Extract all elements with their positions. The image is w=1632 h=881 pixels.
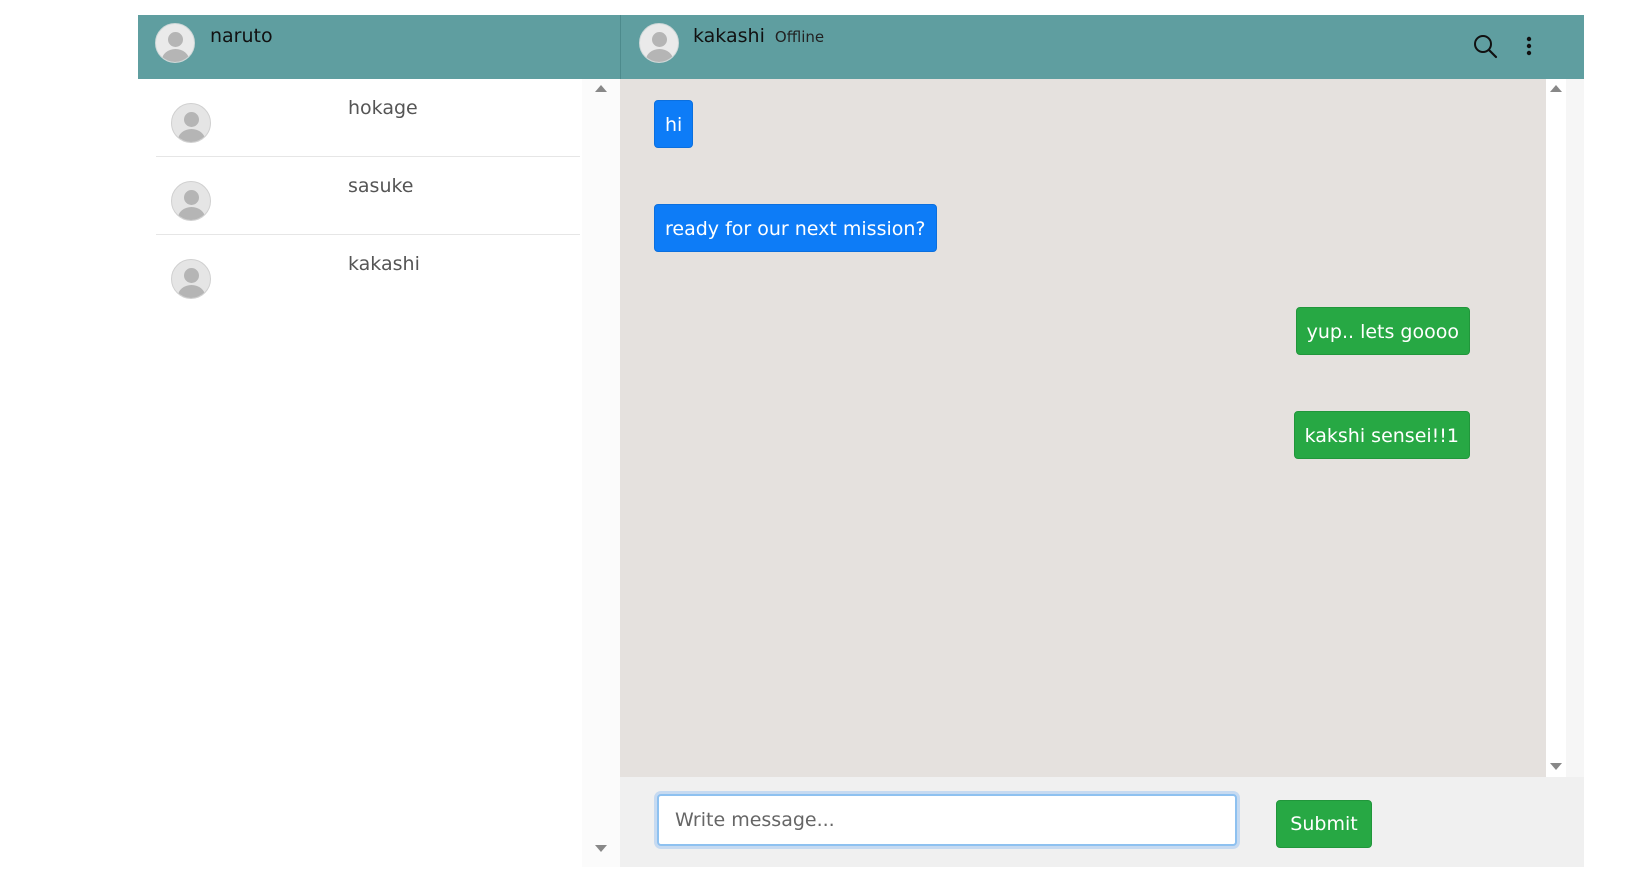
- contact-name: hokage: [348, 97, 418, 119]
- messages-scrollbar[interactable]: [1546, 79, 1584, 777]
- user-name: naruto: [210, 25, 273, 47]
- message-composer: Submit: [620, 777, 1584, 867]
- message-outgoing: kakshi sensei!!1: [1293, 411, 1470, 459]
- contact-list: hokage sasuke kakashi: [138, 79, 582, 867]
- more-vertical-icon[interactable]: [1517, 32, 1541, 60]
- contact-avatar: [171, 259, 211, 299]
- chat-title: kakashi Offline: [693, 25, 824, 47]
- submit-button[interactable]: Submit: [1276, 800, 1372, 848]
- message-list: hi ready for our next mission? yup.. let…: [620, 79, 1546, 777]
- contacts-panel: naruto hokage sasuke kakashi: [138, 15, 620, 867]
- chat-status: Offline: [774, 28, 825, 46]
- contact-name: kakashi: [348, 253, 420, 275]
- contact-item-kakashi[interactable]: kakashi: [156, 235, 580, 313]
- contact-avatar: [171, 103, 211, 143]
- user-avatar[interactable]: [155, 23, 195, 63]
- scroll-up-arrow-icon[interactable]: [595, 85, 607, 92]
- scroll-down-arrow-icon[interactable]: [1550, 763, 1562, 770]
- user-header: naruto: [138, 15, 620, 79]
- message-incoming: hi: [654, 100, 694, 148]
- search-icon[interactable]: [1471, 32, 1499, 60]
- message-incoming: ready for our next mission?: [654, 204, 937, 252]
- scrollbar-track[interactable]: [1546, 79, 1566, 777]
- contact-avatar: [171, 181, 211, 221]
- scroll-up-arrow-icon[interactable]: [1550, 85, 1562, 92]
- scroll-down-arrow-icon[interactable]: [595, 845, 607, 852]
- contact-name: sasuke: [348, 175, 414, 197]
- message-input[interactable]: [657, 794, 1237, 846]
- contact-item-hokage[interactable]: hokage: [156, 79, 580, 157]
- contact-item-sasuke[interactable]: sasuke: [156, 157, 580, 235]
- chat-app: naruto hokage sasuke kakashi kakashi Off…: [138, 15, 1584, 867]
- conversation-panel: kakashi Offline hi ready for our next mi…: [620, 15, 1584, 867]
- chat-contact-avatar[interactable]: [639, 23, 679, 63]
- chat-header: kakashi Offline: [620, 15, 1584, 79]
- message-outgoing: yup.. lets goooo: [1295, 307, 1470, 355]
- contacts-scrollbar[interactable]: [582, 79, 620, 867]
- chat-contact-name: kakashi: [693, 25, 765, 47]
